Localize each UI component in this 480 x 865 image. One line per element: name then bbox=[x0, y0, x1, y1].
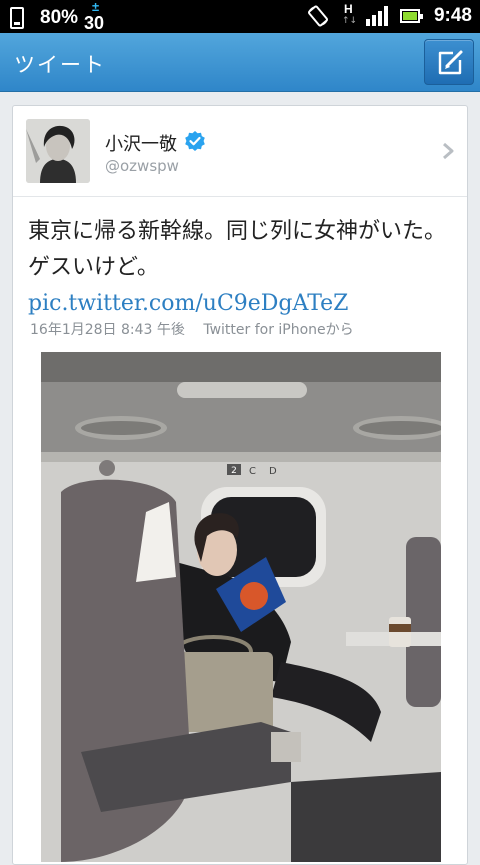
display-name: 小沢一敬 bbox=[105, 134, 177, 155]
tweet-card: 小沢一敬 @ozwspw 東京に帰る新幹線。同じ列に女神がいた。ゲスいけど。 p… bbox=[12, 105, 468, 865]
photo-sign-seat-c: C bbox=[249, 466, 256, 477]
user-row[interactable]: 小沢一敬 @ozwspw bbox=[13, 106, 467, 197]
tweet-timestamp: 16年1月28日 8:43 午後 bbox=[30, 322, 185, 338]
compose-icon bbox=[438, 50, 463, 75]
tweet-text: 東京に帰る新幹線。同じ列に女神がいた。ゲスいけど。 pic.twitter.co… bbox=[28, 214, 458, 322]
tweet-body: 東京に帰る新幹線。同じ列に女神がいた。ゲスいけど。 bbox=[28, 219, 447, 280]
battery-icon bbox=[399, 9, 423, 23]
page-title: ツイート bbox=[14, 53, 106, 77]
network-type: H bbox=[343, 2, 353, 16]
tweet-meta: 16年1月28日 8:43 午後 Twitter for iPhoneから bbox=[30, 319, 354, 339]
temperature-value: 30 bbox=[84, 13, 105, 33]
signal-icon bbox=[365, 6, 390, 26]
tweet-source: Twitter for iPhoneから bbox=[203, 322, 354, 338]
network-type-indicator: H ↑↓ bbox=[340, 2, 358, 28]
photo-sign-number: 2 bbox=[231, 466, 237, 476]
chevron-right-icon[interactable] bbox=[441, 142, 455, 160]
screen-rotation-icon bbox=[307, 5, 328, 27]
tweet-photo[interactable]: 2 C D bbox=[41, 352, 441, 862]
photo-sign-seat-d: D bbox=[269, 466, 277, 477]
screen-name: @ozwspw bbox=[105, 157, 179, 175]
temperature-indicator: ± 30 bbox=[84, 0, 110, 33]
network-arrows: ↑↓ bbox=[341, 16, 358, 26]
battery-percent: 80% bbox=[40, 7, 79, 28]
tweet-photo-link[interactable]: pic.twitter.com/uC9eDgATeZ bbox=[28, 291, 348, 316]
title-bar: ツイート bbox=[0, 33, 480, 92]
phone-icon bbox=[10, 7, 24, 29]
compose-button[interactable] bbox=[424, 39, 474, 85]
temperature-symbol: ± bbox=[92, 0, 100, 14]
status-bar: 80% ± 30 H ↑↓ 9:48 bbox=[0, 0, 480, 33]
clock: 9:48 bbox=[433, 5, 472, 26]
avatar[interactable] bbox=[26, 119, 90, 183]
verified-badge-icon bbox=[185, 131, 205, 151]
